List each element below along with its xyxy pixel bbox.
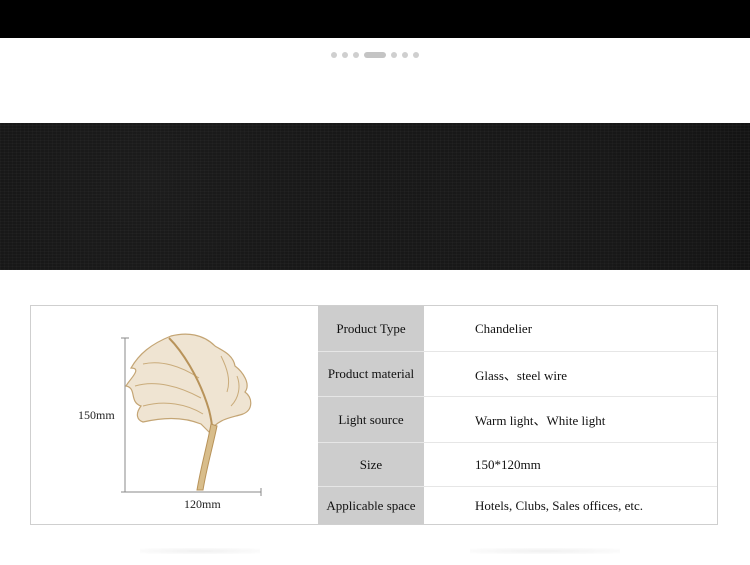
carousel-dot[interactable]: [353, 52, 359, 58]
carousel-dot-active[interactable]: [364, 52, 386, 58]
carousel-indicator: [0, 50, 750, 60]
height-dimension-label: 150mm: [78, 408, 115, 422]
product-image-cell: 150mm 120mm: [31, 306, 318, 524]
carousel-dot[interactable]: [402, 52, 408, 58]
leaf-lamp-illustration: [121, 333, 262, 496]
carousel-dot[interactable]: [391, 52, 397, 58]
bottom-shadow: [470, 548, 620, 554]
carousel-dot[interactable]: [342, 52, 348, 58]
carousel-dot[interactable]: [331, 52, 337, 58]
spec-label: Light source: [318, 397, 424, 442]
spec-label: Product material: [318, 352, 424, 396]
spec-row-product-type: Product Type Chandelier: [318, 306, 717, 352]
banner-texture: [0, 123, 750, 270]
spec-table: Product Type Chandelier Product material…: [318, 306, 717, 524]
product-spec-panel: 150mm 120mm Product Type Chandelier Prod…: [30, 305, 718, 525]
top-black-bar: [0, 0, 750, 38]
spec-row-material: Product material Glass、steel wire: [318, 352, 717, 397]
spec-value: Hotels, Clubs, Sales offices, etc.: [475, 497, 644, 513]
spec-row-light-source: Light source Warm light、White light: [318, 397, 717, 443]
spec-label: Applicable space: [318, 487, 424, 524]
spec-value: Warm light、White light: [475, 413, 606, 428]
spec-value: Glass、steel wire: [475, 367, 568, 383]
bottom-shadow: [140, 548, 260, 554]
spec-label: Size: [318, 443, 424, 486]
spec-value: 150*120mm: [475, 456, 541, 472]
spec-value: Chandelier: [475, 320, 533, 336]
spec-label: Product Type: [318, 306, 424, 351]
spec-row-size: Size 150*120mm: [318, 443, 717, 487]
width-dimension-label: 120mm: [184, 497, 221, 511]
carousel-dot[interactable]: [413, 52, 419, 58]
spec-row-applicable-space: Applicable space Hotels, Clubs, Sales of…: [318, 487, 717, 524]
dark-banner-image: [0, 123, 750, 270]
